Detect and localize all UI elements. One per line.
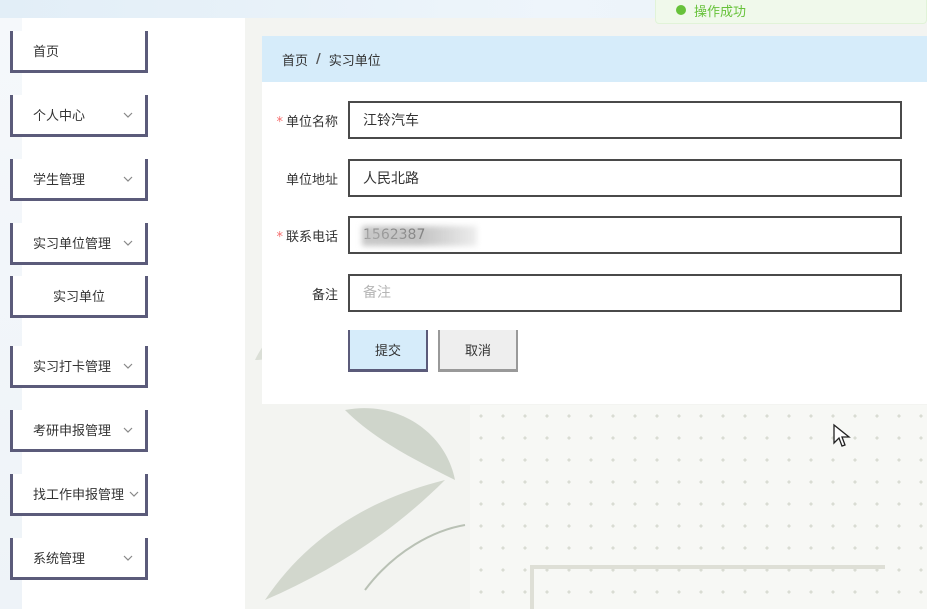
chevron-down-icon [123, 427, 133, 433]
decorative-frame [530, 565, 885, 609]
required-mark: * [276, 114, 283, 130]
sidebar-item-label: 实习打卡管理 [33, 360, 112, 375]
chevron-down-icon [129, 491, 139, 497]
sidebar-item-label: 首页 [33, 45, 60, 60]
success-toast: 操作成功 [655, 0, 927, 24]
sidebar-item-label: 考研申报管理 [33, 424, 112, 439]
sidebar-item-postgrad-management[interactable]: 考研申报管理 [10, 410, 148, 452]
redaction-blur [362, 226, 477, 246]
remark-input[interactable] [348, 274, 902, 312]
unit-address-input[interactable] [348, 159, 902, 197]
sidebar-item-home[interactable]: 首页 [10, 31, 148, 73]
breadcrumb-separator: / [316, 51, 321, 67]
sidebar-item-student-management[interactable]: 学生管理 [10, 159, 148, 201]
field-label: * 联系电话 [276, 229, 338, 245]
form-row-unit-address: 单位地址 [262, 159, 927, 197]
chevron-down-icon [123, 555, 133, 561]
sidebar-item-label: 系统管理 [33, 552, 86, 567]
chevron-down-icon [123, 363, 133, 369]
sidebar-item-personal-center[interactable]: 个人中心 [10, 95, 148, 137]
toast-message: 操作成功 [694, 4, 747, 20]
field-label: * 单位名称 [276, 114, 338, 130]
sidebar-item-label: 学生管理 [33, 173, 86, 188]
sidebar-subitem-internship-unit[interactable]: 实习单位 [10, 276, 148, 318]
sidebar-item-checkin-management[interactable]: 实习打卡管理 [10, 346, 148, 388]
sidebar-item-label: 个人中心 [33, 109, 86, 124]
breadcrumb-current: 实习单位 [328, 53, 381, 69]
sidebar-subitem-label: 实习单位 [52, 290, 105, 305]
cancel-button[interactable]: 取消 [438, 330, 518, 372]
chevron-down-icon [123, 240, 133, 246]
breadcrumb-home[interactable]: 首页 [282, 50, 308, 69]
sidebar-item-label: 实习单位管理 [33, 237, 112, 252]
check-circle-icon [676, 5, 686, 15]
breadcrumb: 首页 / 实习单位 [262, 36, 927, 82]
mouse-cursor-icon [833, 423, 851, 447]
submit-button[interactable]: 提交 [348, 330, 428, 372]
required-mark: * [276, 229, 283, 245]
sidebar-item-internship-unit-management[interactable]: 实习单位管理 [10, 223, 148, 265]
sidebar-item-label: 找工作申报管理 [33, 488, 125, 503]
sidebar-item-system-management[interactable]: 系统管理 [10, 538, 148, 580]
form-row-unit-name: * 单位名称 [262, 101, 927, 139]
unit-name-input[interactable] [348, 101, 902, 139]
chevron-down-icon [123, 112, 133, 118]
sidebar-item-job-application-management[interactable]: 找工作申报管理 [10, 474, 148, 516]
field-label: 备注 [311, 287, 338, 303]
field-label: 单位地址 [285, 172, 338, 188]
chevron-down-icon [123, 176, 133, 182]
form-row-remark: 备注 [262, 274, 927, 312]
